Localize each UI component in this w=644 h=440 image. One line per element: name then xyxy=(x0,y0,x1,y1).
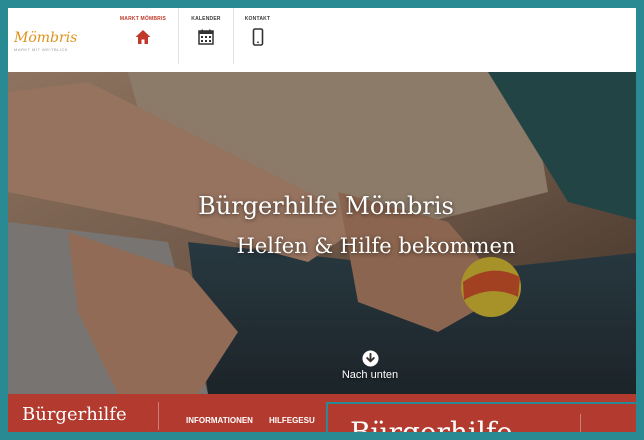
hero-subtitle: Helfen & Hilfe bekommen xyxy=(236,234,516,258)
nav-label: KALENDER xyxy=(191,16,221,22)
hero-banner: Bürgerhilfe Mömbris Helfen & Hilfe bekom… xyxy=(8,72,636,394)
logo-text: Mömbris xyxy=(14,30,78,46)
nav-item-kalender[interactable]: KALENDER xyxy=(178,8,233,64)
calendar-icon xyxy=(198,29,214,45)
section-nav: INFORMATIONEN HILFEGESU xyxy=(186,416,331,425)
top-nav: MARKT MÖMBRIS KALENDER KONTAKT xyxy=(108,8,281,72)
logo-tagline: MARKT MIT WEITBLICK xyxy=(14,47,69,52)
section-nav-informationen[interactable]: INFORMATIONEN xyxy=(186,416,253,425)
home-icon xyxy=(135,30,151,44)
browser-frame: Mömbris MARKT MIT WEITBLICK MARKT MÖMBRI… xyxy=(0,0,644,440)
divider xyxy=(580,414,581,432)
nav-item-kontakt[interactable]: KONTAKT xyxy=(233,8,281,64)
nav-item-markt-moembris[interactable]: MARKT MÖMBRIS xyxy=(108,8,178,64)
arrow-down-circle-icon xyxy=(361,350,379,367)
site-logo[interactable]: Mömbris MARKT MIT WEITBLICK xyxy=(14,30,84,60)
section-nav-hilfegesuche[interactable]: HILFEGESU xyxy=(269,416,315,425)
nav-label: MARKT MÖMBRIS xyxy=(119,16,167,22)
site-header: Mömbris MARKT MIT WEITBLICK MARKT MÖMBRI… xyxy=(8,8,636,72)
nav-label: KONTAKT xyxy=(244,16,271,22)
scroll-down-link[interactable]: Nach unten xyxy=(330,350,410,388)
zoom-overlay: Bürgerhilfe xyxy=(326,402,636,440)
divider xyxy=(158,402,159,430)
hero-title: Bürgerhilfe Mömbris xyxy=(198,192,454,220)
hero-background-image xyxy=(8,72,636,394)
section-bar: Bürgerhilfe INFORMATIONEN HILFEGESU Bürg… xyxy=(8,394,636,440)
section-title: Bürgerhilfe xyxy=(22,404,127,425)
zoom-section-title: Bürgerhilfe xyxy=(350,416,513,440)
scroll-down-label: Nach unten xyxy=(341,369,399,381)
mobile-phone-icon xyxy=(252,28,263,46)
